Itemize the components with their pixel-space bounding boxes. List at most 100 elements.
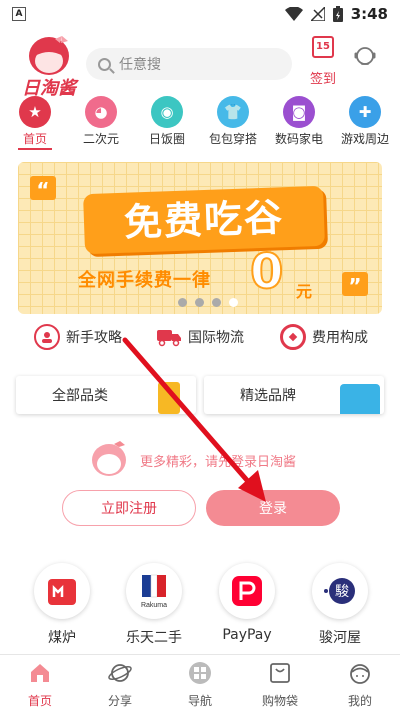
cat-face-icon: ◕ (85, 96, 117, 128)
tab-label: 首页 (27, 694, 52, 708)
grid-icon (189, 662, 211, 684)
search-placeholder: 任意搜 (119, 57, 161, 73)
bottom-tab-home[interactable]: 首页 (0, 661, 80, 709)
app-logo[interactable]: 日淘酱 (20, 34, 78, 99)
newbie-guide-link[interactable]: 新手攻略 (34, 324, 122, 350)
home-icon (31, 664, 49, 682)
quick-links: 新手攻略 国际物流 费用构成 (0, 322, 400, 356)
tab-games[interactable]: ✚ 游戏周边 (330, 96, 400, 147)
notification-badge-icon: A (12, 7, 26, 21)
partner-platforms: 煤炉 Rakuma 乐天二手 PayPay 駿 骏河屋 (0, 563, 400, 647)
customer-service-icon[interactable] (352, 44, 378, 70)
banner-subline: 全网手续费一律 (78, 270, 211, 291)
app-screen: A 3:48 日淘酱 任意搜 15 签到 ★ 首页 ◕ 二次元 ◉ 日饭圈 👕 … (0, 0, 400, 710)
calendar-icon: 15 (312, 36, 334, 58)
tab-label: 购物袋 (261, 694, 298, 708)
star-icon: ★ (19, 96, 51, 128)
mercari-logo-icon (34, 563, 90, 619)
paypay-logo-icon (219, 563, 275, 619)
partner-paypay[interactable]: PayPay (207, 563, 287, 643)
category-label: 数码家电 (274, 132, 323, 146)
quick-link-label: 国际物流 (188, 330, 244, 346)
signin-button[interactable]: 15 签到 (306, 36, 340, 87)
tab-label: 分享 (107, 694, 132, 708)
carousel-dot[interactable] (178, 298, 187, 307)
camera-icon: ◙ (283, 96, 315, 128)
category-label: 首页 (22, 132, 47, 146)
tab-anime[interactable]: ◕ 二次元 (66, 96, 136, 147)
active-tab-indicator (18, 148, 52, 150)
partner-mercari[interactable]: 煤炉 (22, 563, 102, 647)
user-guide-icon (34, 324, 60, 350)
banner-unit: 元 (296, 282, 313, 301)
fee-breakdown-link[interactable]: 费用构成 (280, 324, 368, 350)
featured-brands-button[interactable]: 精选品牌 (204, 376, 384, 414)
login-prompt-text: 更多精彩，请先登录日淘酱 (140, 455, 297, 470)
partner-rakuma[interactable]: Rakuma 乐天二手 (114, 563, 194, 647)
logistics-link[interactable]: 国际物流 (156, 324, 244, 350)
carousel-dots[interactable] (178, 298, 238, 307)
status-bar: A 3:48 (0, 0, 400, 28)
partner-label: 乐天二手 (126, 630, 182, 646)
coin-icon (280, 324, 306, 350)
tab-home[interactable]: ★ 首页 (0, 96, 70, 147)
category-nav: ★ 首页 ◕ 二次元 ◉ 日饭圈 👕 包包穿搭 ◙ 数码家电 ✚ 游戏周边 (0, 96, 400, 152)
tab-electronics[interactable]: ◙ 数码家电 (264, 96, 334, 147)
carousel-dot[interactable] (195, 298, 204, 307)
partner-label: PayPay (222, 627, 272, 643)
signin-day: 15 (316, 41, 330, 52)
carousel-dot-active[interactable] (229, 298, 238, 307)
app-header: 日淘酱 任意搜 15 签到 (0, 30, 400, 99)
clock: 3:48 (350, 5, 388, 23)
login-button[interactable]: 登录 (206, 490, 340, 526)
quote-close-icon: ” (342, 272, 368, 298)
tab-fandom[interactable]: ◉ 日饭圈 (132, 96, 202, 147)
partner-surugaya[interactable]: 駿 骏河屋 (300, 563, 380, 647)
promo-banner[interactable]: “ ” 免费吃谷 全网手续费一律 0 元 (18, 162, 382, 314)
category-label: 日饭圈 (148, 132, 185, 146)
banner-zero: 0 (249, 243, 284, 301)
tab-label: 我的 (347, 694, 372, 708)
category-label: 包包穿搭 (208, 132, 257, 146)
surugaya-logo-icon: 駿 (312, 563, 368, 619)
bottom-tab-navigation[interactable]: 导航 (160, 661, 240, 709)
mascot-avatar-icon (92, 441, 126, 476)
wifi-icon (284, 7, 303, 21)
search-input[interactable]: 任意搜 (86, 48, 292, 80)
all-categories-button[interactable]: 全部品类 (16, 376, 196, 414)
gamepad-icon: ✚ (349, 96, 381, 128)
mascot-logo-icon (29, 36, 69, 75)
carousel-dot[interactable] (212, 298, 221, 307)
search-icon (98, 57, 111, 71)
category-label: 游戏周边 (340, 132, 389, 146)
profile-face-icon (350, 664, 370, 684)
quick-link-label: 费用构成 (312, 330, 368, 346)
storefront-icon (340, 384, 380, 414)
planet-icon (108, 664, 132, 682)
quote-open-icon: “ (30, 176, 56, 202)
shopping-bag-icon (158, 382, 180, 414)
bottom-tab-share[interactable]: 分享 (80, 661, 160, 709)
bottom-tab-profile[interactable]: 我的 (320, 661, 400, 709)
category-boxes: 全部品类 精选品牌 (16, 376, 384, 416)
quick-link-label: 新手攻略 (66, 330, 122, 346)
box-label: 精选品牌 (240, 388, 296, 404)
bottom-tab-bar: 首页 分享 导航 购物袋 我的 (0, 654, 400, 710)
register-button[interactable]: 立即注册 (62, 490, 196, 526)
truck-icon (156, 324, 182, 350)
tab-fashion[interactable]: 👕 包包穿搭 (198, 96, 268, 147)
rakuma-logo-icon: Rakuma (126, 563, 182, 619)
partner-label: 煤炉 (48, 630, 76, 646)
shopping-bag-icon (270, 663, 290, 683)
signal-icon (310, 7, 325, 21)
svg-text:駿: 駿 (335, 584, 349, 600)
box-label: 全部品类 (52, 388, 108, 404)
signin-label: 签到 (309, 72, 336, 87)
category-label: 二次元 (82, 132, 119, 146)
partner-label: 骏河屋 (319, 630, 361, 646)
status-right: 3:48 (284, 5, 388, 23)
tab-label: 导航 (187, 694, 212, 708)
shirt-icon: 👕 (217, 96, 249, 128)
bottom-tab-cart[interactable]: 购物袋 (240, 661, 320, 709)
battery-icon (332, 6, 343, 22)
